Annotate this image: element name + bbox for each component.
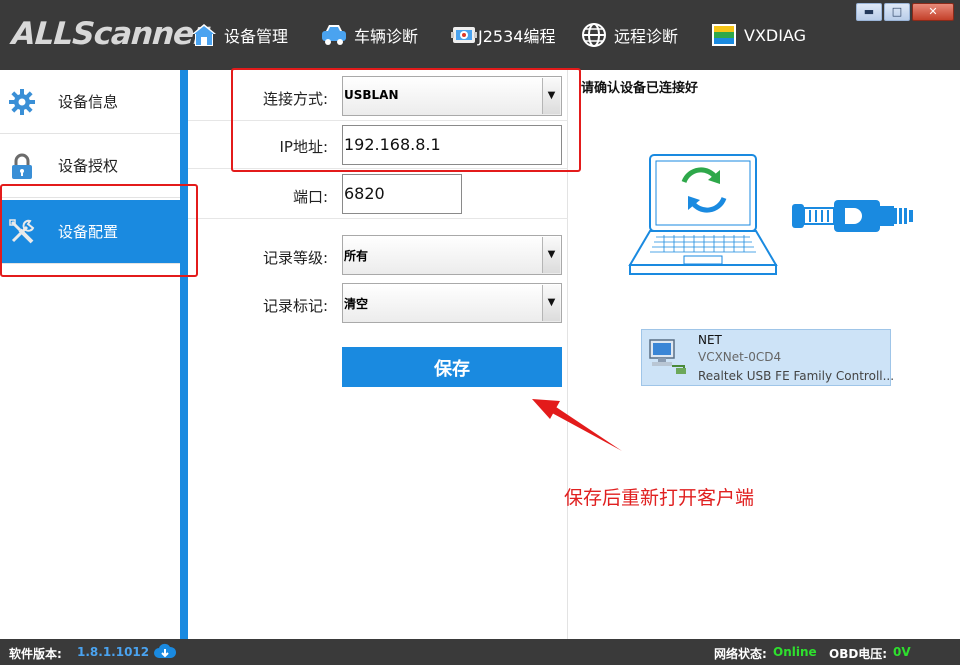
- top-bar: ALLScanner 设备管理 车辆诊断 J2534编程 远程诊断 VXDIAG…: [0, 0, 960, 70]
- sidebar-item-label: 设备授权: [58, 157, 119, 175]
- annotation-text: 保存后重新打开客户端: [564, 487, 755, 509]
- close-icon: ✕: [928, 5, 938, 18]
- sidebar-item-device-info[interactable]: 设备信息: [0, 70, 180, 134]
- nav-device-management[interactable]: 设备管理: [190, 18, 288, 52]
- minimize-icon: ▬: [863, 5, 875, 18]
- sidebar-divider: [180, 70, 188, 639]
- annotation-box-connection: [231, 68, 581, 172]
- annotation-box-sidebar: [0, 184, 198, 277]
- app-logo: ALLScanner: [10, 16, 209, 52]
- obd-voltage-label: OBD电压:: [829, 647, 888, 661]
- network-adapter-name: VCXNet-0CD4: [698, 350, 782, 364]
- obd-voltage-value: 0V: [893, 645, 911, 659]
- vxdiag-icon: [710, 21, 738, 49]
- nav-label: 设备管理: [224, 27, 289, 46]
- nav-vxdiag[interactable]: VXDIAG: [710, 18, 806, 52]
- port-input[interactable]: 6820: [342, 174, 462, 214]
- log-level-label: 记录等级:: [262, 249, 328, 267]
- log-flag-value: 清空: [344, 297, 369, 311]
- cloud-download-icon[interactable]: [153, 642, 177, 662]
- port-label: 端口:: [292, 188, 328, 206]
- lock-icon: [8, 152, 36, 180]
- nav-label: 远程诊断: [614, 27, 679, 46]
- nav-label: J2534编程: [478, 27, 556, 46]
- annotation-arrow: [530, 395, 625, 455]
- divider: [188, 218, 568, 219]
- network-status-label: 网络状态:: [714, 647, 767, 661]
- network-status-value: Online: [773, 645, 817, 659]
- log-flag-select[interactable]: 清空 ▼: [342, 283, 562, 323]
- network-adapter-card[interactable]: NET VCXNet-0CD4 Realtek USB FE Family Co…: [641, 329, 895, 386]
- nav-vehicle-diagnosis[interactable]: 车辆诊断: [320, 18, 418, 52]
- maximize-button[interactable]: □: [884, 3, 910, 21]
- nav-remote-diagnosis[interactable]: 远程诊断: [580, 18, 678, 52]
- home-icon: [190, 21, 218, 49]
- maximize-icon: □: [891, 5, 903, 18]
- connection-hint: 请确认设备已连接好: [581, 81, 699, 96]
- log-flag-label: 记录标记:: [262, 297, 328, 315]
- network-name: NET: [698, 333, 722, 347]
- network-adapter-description: Realtek USB FE Family Controll...: [698, 369, 895, 383]
- log-level-value: 所有: [344, 249, 369, 263]
- car-icon: [320, 21, 348, 49]
- nav-j2534-programming[interactable]: J2534编程: [450, 18, 555, 52]
- save-button[interactable]: 保存: [342, 347, 562, 387]
- chevron-down-icon[interactable]: ▼: [542, 285, 560, 321]
- version-label: 软件版本:: [9, 647, 62, 661]
- ethernet-plug-icon: [790, 196, 916, 236]
- nav-label: 车辆诊断: [354, 27, 419, 46]
- sidebar: 设备信息 设备授权 设备配置: [0, 70, 180, 639]
- status-bar: 软件版本: 1.8.1.1012 网络状态: Online OBD电压: 0V: [0, 639, 960, 665]
- version-value: 1.8.1.1012: [77, 645, 150, 659]
- nav-label: VXDIAG: [744, 25, 807, 45]
- log-level-select[interactable]: 所有 ▼: [342, 235, 562, 275]
- laptop-icon: [628, 152, 778, 277]
- network-computer-icon: [646, 336, 688, 378]
- gear-icon: [8, 88, 36, 116]
- close-button[interactable]: ✕: [912, 3, 954, 21]
- sidebar-item-label: 设备信息: [58, 93, 119, 111]
- window-controls: ▬ □ ✕: [854, 3, 954, 21]
- minimize-button[interactable]: ▬: [856, 3, 882, 21]
- engine-icon: [450, 21, 478, 49]
- globe-icon: [580, 21, 608, 49]
- chevron-down-icon[interactable]: ▼: [542, 237, 560, 273]
